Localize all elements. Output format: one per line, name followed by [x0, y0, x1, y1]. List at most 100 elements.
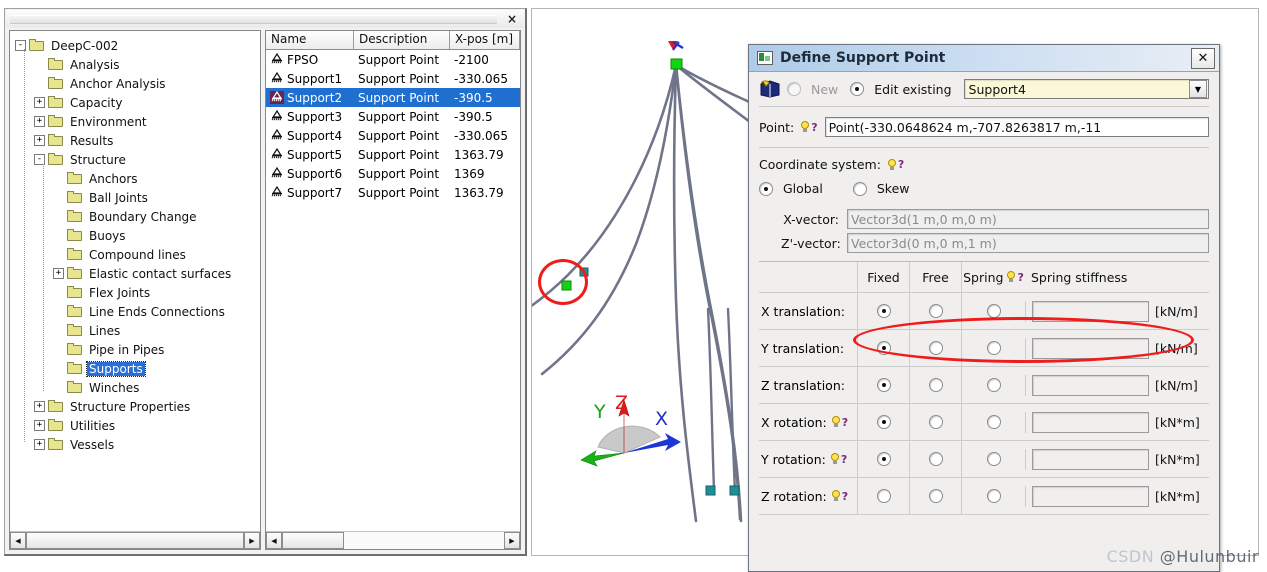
scroll-right-icon[interactable]: ▶: [504, 532, 520, 549]
radio-free[interactable]: [928, 378, 943, 392]
constraint-stiffness-cell: [kN/m]: [1025, 300, 1209, 322]
help-hint-icon[interactable]: ?: [801, 121, 818, 134]
radio-new[interactable]: [787, 82, 801, 96]
tree-item-supports[interactable]: Supports: [15, 359, 258, 378]
cell-name: Support6: [266, 167, 354, 181]
table-row[interactable]: Support6 Support Point 1369: [266, 164, 520, 183]
point-input[interactable]: Point(-330.0648624 m,-707.8263817 m,-11: [824, 117, 1209, 137]
scroll-right-icon[interactable]: ▶: [244, 532, 260, 549]
tree-item-anchors[interactable]: Anchors: [15, 169, 258, 188]
list-scroll-thumb[interactable]: [282, 532, 344, 549]
help-hint-icon[interactable]: ?: [887, 158, 904, 171]
radio-free[interactable]: [928, 452, 943, 466]
radio-spring[interactable]: [986, 378, 1001, 392]
tree-item-buoys[interactable]: Buoys: [15, 226, 258, 245]
list-scroll-track[interactable]: [282, 532, 504, 549]
tree-item-compound-lines[interactable]: Compound lines: [15, 245, 258, 264]
table-row[interactable]: Support2 Support Point -390.5: [266, 88, 520, 107]
model-tree[interactable]: - DeepC-002 Analysis Anchor Analysis + Capaci…: [10, 31, 260, 531]
tree-item-deepc-002[interactable]: - DeepC-002: [15, 36, 258, 55]
constraint-label-text: Z rotation:: [761, 488, 827, 504]
tree-item-results[interactable]: + Results: [15, 131, 258, 150]
folder-icon: [67, 286, 83, 299]
tree-scroll-track[interactable]: [26, 532, 244, 549]
help-hint-icon[interactable]: ?: [1007, 271, 1024, 284]
tree-item-line-ends-connections[interactable]: Line Ends Connections: [15, 302, 258, 321]
radio-spring[interactable]: [986, 489, 1001, 503]
radio-spring[interactable]: [986, 415, 1001, 429]
radio-fixed[interactable]: [876, 341, 891, 355]
folder-icon: [48, 115, 64, 128]
tree-item-pipe-in-pipes[interactable]: Pipe in Pipes: [15, 340, 258, 359]
list-body[interactable]: FPSO Support Point -2100 Support1 Support Po…: [266, 50, 520, 531]
column-header-description[interactable]: Description: [354, 31, 450, 49]
spring-stiffness-input[interactable]: [1032, 337, 1149, 359]
support-select-combobox[interactable]: Support4 ▼: [963, 79, 1209, 99]
folder-icon: [67, 343, 83, 356]
tree-item-structure-properties[interactable]: + Structure Properties: [15, 397, 258, 416]
tree-item-analysis[interactable]: Analysis: [15, 55, 258, 74]
spring-stiffness-input[interactable]: [1032, 411, 1149, 433]
tree-item-structure[interactable]: - Structure: [15, 150, 258, 169]
table-row[interactable]: FPSO Support Point -2100: [266, 50, 520, 69]
spring-stiffness-input[interactable]: [1032, 374, 1149, 396]
expand-icon[interactable]: +: [34, 401, 45, 412]
tree-item-vessels[interactable]: + Vessels: [15, 435, 258, 454]
tree-item-environment[interactable]: + Environment: [15, 112, 258, 131]
tree-item-capacity[interactable]: + Capacity: [15, 93, 258, 112]
tree-scroll-thumb[interactable]: [26, 532, 244, 549]
close-icon[interactable]: ×: [503, 11, 521, 27]
table-row[interactable]: Support7 Support Point 1363.79: [266, 183, 520, 202]
expand-icon[interactable]: +: [53, 268, 64, 279]
radio-free[interactable]: [928, 304, 943, 318]
constraint-cell-fixed: [857, 367, 909, 403]
spring-stiffness-input[interactable]: [1032, 300, 1149, 322]
chevron-down-icon[interactable]: ▼: [1189, 80, 1207, 98]
constraint-label: Y rotation:?: [759, 452, 857, 467]
tree-item-elastic-contact-surfaces[interactable]: + Elastic contact surfaces: [15, 264, 258, 283]
column-header-name[interactable]: Name: [266, 31, 354, 49]
table-row[interactable]: Support1 Support Point -330.065: [266, 69, 520, 88]
radio-free[interactable]: [928, 489, 943, 503]
help-hint-icon[interactable]: ?: [830, 453, 847, 466]
radio-global[interactable]: [759, 181, 773, 196]
tree-item-winches[interactable]: Winches: [15, 378, 258, 397]
radio-fixed[interactable]: [876, 304, 891, 318]
tree-item-utilities[interactable]: + Utilities: [15, 416, 258, 435]
radio-fixed[interactable]: [876, 489, 891, 503]
tree-item-ball-joints[interactable]: Ball Joints: [15, 188, 258, 207]
radio-skew[interactable]: [852, 181, 867, 196]
tree-item-anchor-analysis[interactable]: Anchor Analysis: [15, 74, 258, 93]
radio-edit-existing[interactable]: [850, 82, 865, 96]
expand-icon[interactable]: +: [34, 97, 45, 108]
column-header-xpos[interactable]: X-pos [m]: [450, 31, 520, 49]
radio-fixed[interactable]: [876, 378, 891, 392]
tree-item-boundary-change[interactable]: Boundary Change: [15, 207, 258, 226]
list-hscrollbar[interactable]: ◀ ▶: [266, 531, 520, 549]
expand-icon[interactable]: +: [34, 135, 45, 146]
table-row[interactable]: Support3 Support Point -390.5: [266, 107, 520, 126]
expand-icon[interactable]: +: [34, 116, 45, 127]
radio-fixed[interactable]: [876, 452, 891, 466]
tree-hscrollbar[interactable]: ◀ ▶: [10, 531, 260, 549]
dialog-close-button[interactable]: ✕: [1191, 47, 1215, 69]
radio-free[interactable]: [928, 415, 943, 429]
radio-spring[interactable]: [986, 304, 1001, 318]
expand-icon[interactable]: +: [34, 439, 45, 450]
spring-stiffness-input[interactable]: [1032, 485, 1149, 507]
expand-icon[interactable]: +: [34, 420, 45, 431]
help-hint-icon[interactable]: ?: [831, 490, 848, 503]
scroll-left-icon[interactable]: ◀: [10, 532, 26, 549]
tree-item-lines[interactable]: Lines: [15, 321, 258, 340]
titlebar-grip[interactable]: [10, 14, 497, 24]
spring-stiffness-input[interactable]: [1032, 448, 1149, 470]
table-row[interactable]: Support5 Support Point 1363.79: [266, 145, 520, 164]
table-row[interactable]: Support4 Support Point -330.065: [266, 126, 520, 145]
help-hint-icon[interactable]: ?: [831, 416, 848, 429]
radio-free[interactable]: [928, 341, 943, 355]
scroll-left-icon[interactable]: ◀: [266, 532, 282, 549]
radio-spring[interactable]: [986, 341, 1001, 355]
tree-item-flex-joints[interactable]: Flex Joints: [15, 283, 258, 302]
radio-fixed[interactable]: [876, 415, 891, 429]
radio-spring[interactable]: [986, 452, 1001, 466]
